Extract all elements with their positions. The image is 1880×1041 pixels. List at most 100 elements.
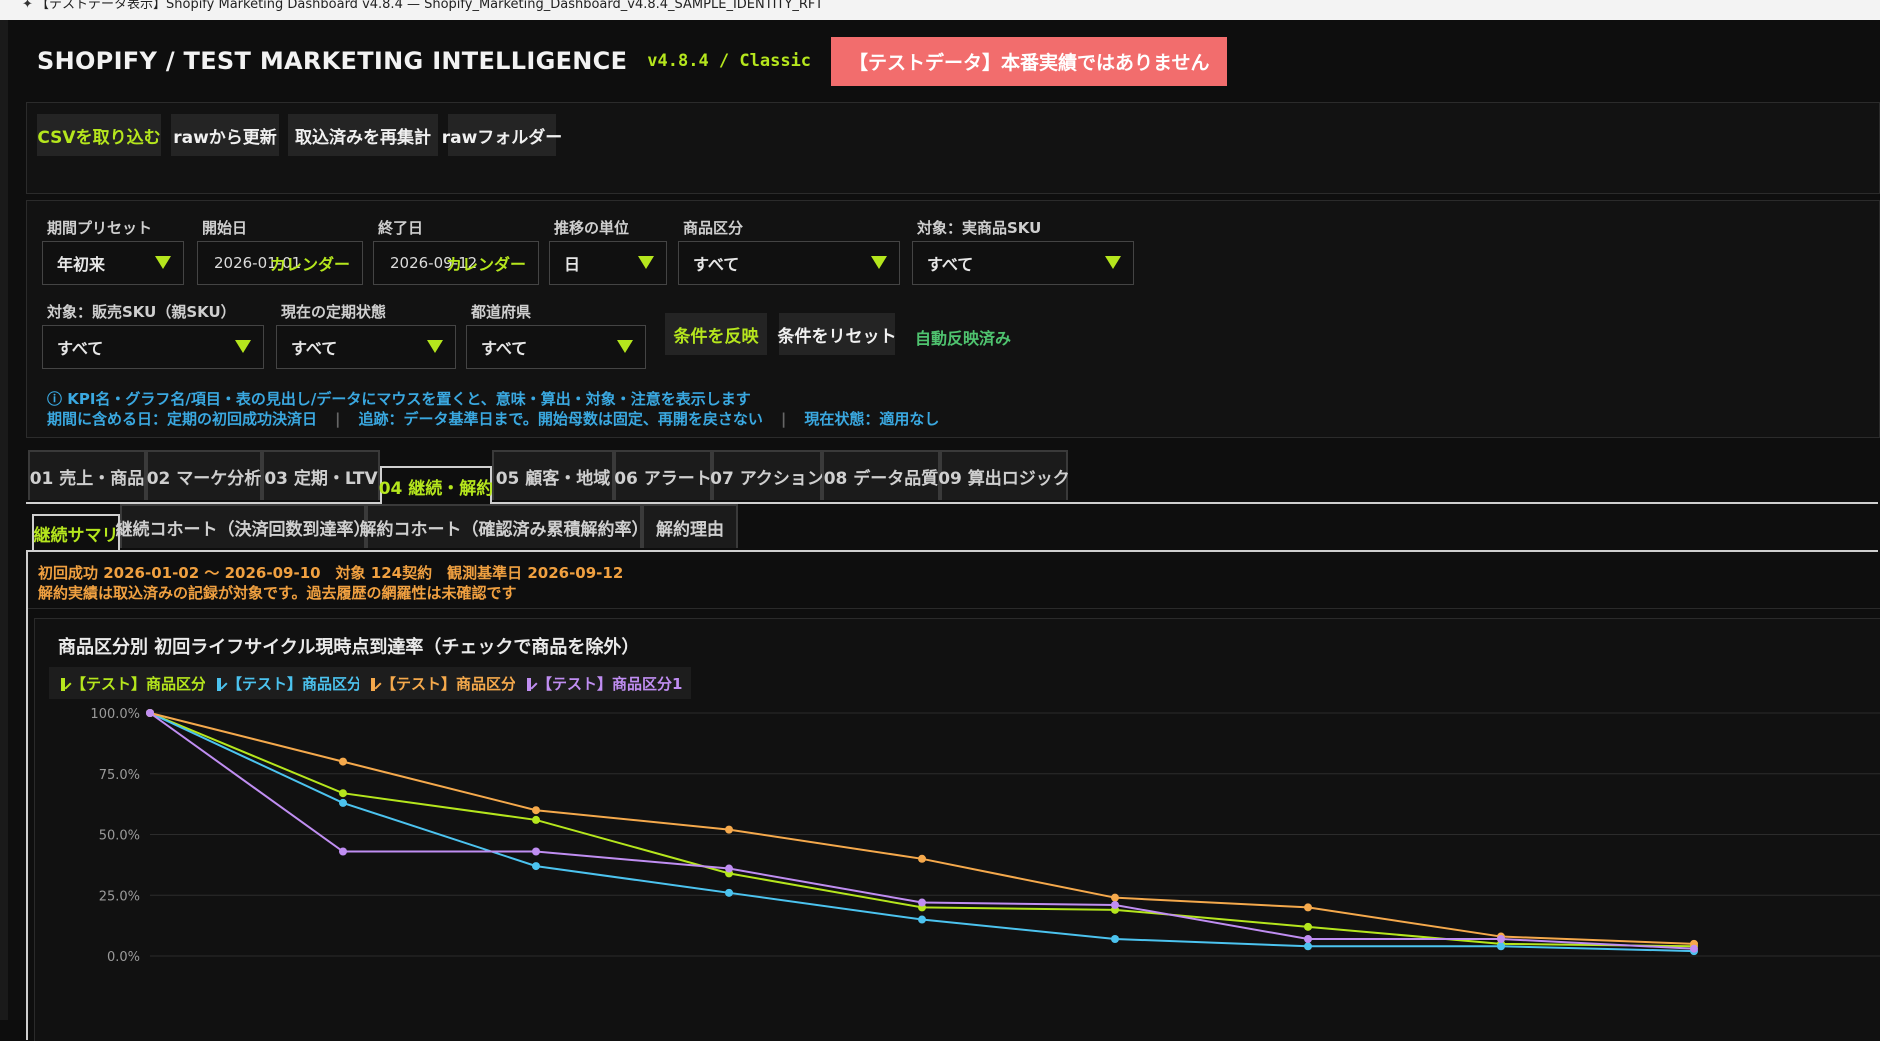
trend-unit-value: 日	[564, 255, 581, 274]
subtab-retention-cohort[interactable]: 継続コホート（決済回数到達率）	[116, 504, 371, 548]
data-point[interactable]	[1497, 934, 1505, 943]
info-line: 期間に含める日：定期の初回成功決済日 | 追跡：データ基準日まで。開始母数は固定、再…	[47, 408, 939, 429]
y-tick-label: 0.0%	[107, 950, 140, 965]
filter-panel: 期間プリセット 年初来 開始日 2026-01-01 カレンダー 終了日 202…	[26, 200, 1880, 438]
data-point[interactable]	[1304, 922, 1312, 931]
tab-actions[interactable]: 07 アクション	[710, 450, 824, 500]
end-date-field[interactable]: 2026-09-12 カレンダー	[373, 241, 539, 285]
import-csv-button[interactable]: CSVを取り込む	[37, 114, 161, 156]
chevron-down-icon	[617, 340, 633, 353]
subtab-retention-summary[interactable]: 継続サマリ	[32, 514, 120, 550]
data-point[interactable]	[532, 806, 540, 815]
subtab-churn-cohort[interactable]: 解約コホート（確認済み累積解約率）	[360, 504, 649, 548]
target-real-sku-label: 対象：実商品SKU	[917, 219, 1042, 237]
series-line-4	[149, 712, 1695, 950]
data-point[interactable]	[918, 915, 926, 924]
data-point[interactable]	[918, 898, 926, 907]
info-tracking: 追跡：データ基準日まで。開始母数は固定、再開を戻さない	[358, 410, 763, 428]
subtab-churn-reasons[interactable]: 解約理由	[642, 504, 738, 548]
app-header: SHOPIFY / TEST MARKETING INTELLIGENCE v4…	[8, 20, 1880, 102]
target-sales-sku-select[interactable]: すべて	[42, 325, 264, 369]
y-tick-label: 100.0%	[90, 707, 140, 722]
tab-alerts[interactable]: 06 アラート	[614, 450, 712, 500]
info-separator: |	[780, 410, 787, 428]
product-category-select[interactable]: すべて	[678, 241, 900, 285]
auto-applied-status: 自動反映済み	[915, 329, 1012, 348]
data-point[interactable]	[725, 825, 733, 834]
refresh-from-raw-button[interactable]: rawから更新	[171, 114, 279, 156]
tab-customers-regions[interactable]: 05 顧客・地域	[492, 450, 614, 500]
main-tabs: 01 売上・商品 02 マーケ分析 03 定期・LTV 04 継続・解約 05 …	[26, 448, 1878, 504]
pin-icon: ✦	[22, 0, 33, 12]
test-data-badge: 【テストデータ】本番実績ではありません	[831, 36, 1228, 86]
divider	[28, 608, 1880, 609]
window-title: 【テストデータ表示】Shopify Marketing Dashboard v4…	[36, 0, 824, 12]
tab-calc-logic[interactable]: 09 算出ロジック	[938, 450, 1070, 500]
data-point[interactable]	[339, 757, 347, 766]
data-point[interactable]	[339, 798, 347, 807]
end-date-label: 終了日	[378, 219, 424, 237]
data-point[interactable]	[1497, 942, 1505, 951]
data-point[interactable]	[1111, 900, 1119, 909]
line-chart: 100.0% 75.0% 50.0% 25.0% 0.0%	[90, 707, 1880, 965]
data-point[interactable]	[339, 789, 347, 798]
sub-tabs: 継続サマリ 継続コホート（決済回数到達率） 解約コホート（確認済み累積解約率） …	[26, 504, 1878, 552]
target-real-sku-select[interactable]: すべて	[912, 241, 1134, 285]
chevron-down-icon	[638, 256, 654, 269]
data-point[interactable]	[1690, 944, 1698, 953]
tab-subscription-ltv[interactable]: 03 定期・LTV	[262, 450, 380, 500]
target-real-sku-value: すべて	[927, 255, 974, 274]
brand-title: SHOPIFY / TEST MARKETING INTELLIGENCE	[37, 47, 628, 75]
data-point[interactable]	[532, 815, 540, 824]
hover-hint: ⓘ KPI名・グラフ名/項目・表の見出し/データにマウスを置くと、意味・算出・対…	[47, 390, 751, 408]
reset-filters-button[interactable]: 条件をリセット	[778, 313, 897, 355]
tab-sales-products[interactable]: 01 売上・商品	[28, 450, 146, 500]
data-point[interactable]	[532, 862, 540, 871]
trend-unit-select[interactable]: 日	[549, 241, 667, 285]
reaggregate-button[interactable]: 取込済みを再集計	[288, 114, 438, 156]
subscription-state-value: すべて	[291, 339, 338, 358]
start-date-calendar-button[interactable]: カレンダー	[270, 251, 350, 275]
data-point[interactable]	[1111, 893, 1119, 902]
target-sales-sku-value: すべて	[57, 339, 104, 358]
chevron-down-icon	[235, 340, 251, 353]
data-point[interactable]	[1304, 942, 1312, 951]
data-point[interactable]	[918, 854, 926, 863]
start-date-field[interactable]: 2026-01-01 カレンダー	[197, 241, 363, 285]
data-point[interactable]	[1304, 934, 1312, 943]
product-category-label: 商品区分	[683, 219, 744, 237]
y-tick-label: 75.0%	[99, 768, 140, 783]
tab-data-quality[interactable]: 08 データ品質	[822, 450, 940, 500]
window-title-bar: ✦ 【テストデータ表示】Shopify Marketing Dashboard v…	[0, 0, 1880, 20]
raw-folder-button[interactable]: rawフォルダー	[442, 114, 562, 156]
chevron-down-icon	[427, 340, 443, 353]
dashboard-app: SHOPIFY / TEST MARKETING INTELLIGENCE v4…	[8, 20, 1880, 1041]
prefecture-label: 都道府県	[471, 303, 532, 321]
data-point[interactable]	[725, 888, 733, 897]
summary-line-2: 解約実績は取込済みの記録が対象です。過去履歴の網羅性は未確認です	[38, 584, 517, 602]
data-point[interactable]	[1111, 934, 1119, 943]
data-point[interactable]	[1304, 903, 1312, 912]
product-category-value: すべて	[693, 255, 740, 274]
tab-retention-churn[interactable]: 04 継続・解約	[379, 466, 493, 504]
period-preset-value: 年初来	[57, 255, 106, 274]
info-days: 期間に含める日：定期の初回成功決済日	[47, 410, 318, 428]
chevron-down-icon	[1105, 256, 1121, 269]
data-point[interactable]	[725, 864, 733, 873]
prefecture-select[interactable]: すべて	[466, 325, 646, 369]
data-point[interactable]	[532, 847, 540, 856]
period-preset-select[interactable]: 年初来	[42, 241, 184, 285]
start-date-label: 開始日	[202, 219, 248, 237]
prefecture-value: すべて	[481, 339, 528, 358]
series-line-2	[149, 712, 1695, 953]
y-tick-label: 50.0%	[99, 829, 140, 844]
data-point[interactable]	[339, 847, 347, 856]
chevron-down-icon	[871, 256, 887, 269]
left-edge	[0, 20, 8, 1020]
data-point[interactable]	[146, 709, 154, 717]
tab-marketing-analysis[interactable]: 02 マーケ分析	[146, 450, 262, 500]
apply-filters-button[interactable]: 条件を反映	[665, 313, 767, 355]
subscription-state-select[interactable]: すべて	[276, 325, 456, 369]
end-date-calendar-button[interactable]: カレンダー	[446, 251, 526, 275]
version-label: v4.8.4 / Classic	[647, 51, 812, 71]
